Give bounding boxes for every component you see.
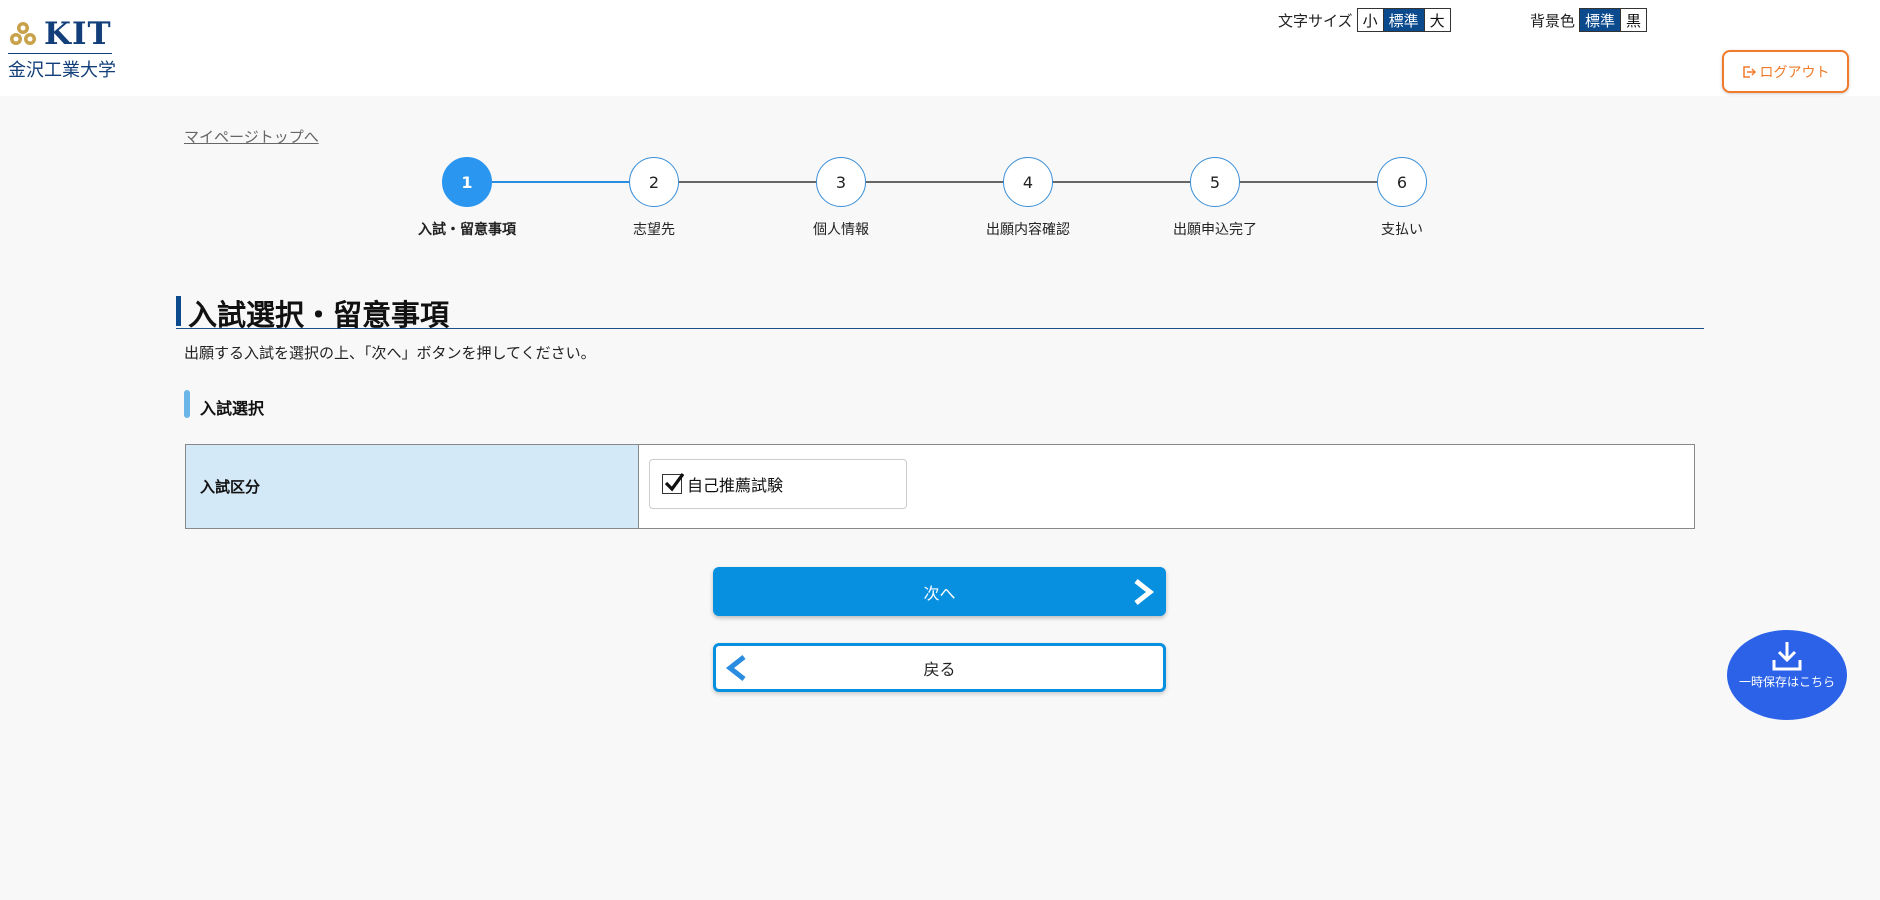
exam-selection-table: 入試区分 自己推薦試験 xyxy=(185,444,1695,529)
font-size-options: 小 標準 大 xyxy=(1356,8,1451,32)
step-circle: 5 xyxy=(1190,157,1240,207)
step-label: 出願内容確認 xyxy=(986,222,1070,238)
progress-stepper: 1 入試・留意事項 2 志望先 3 個人情報 4 出願内容確認 5 出願申込完了… xyxy=(400,155,1427,245)
step-1: 1 入試・留意事項 xyxy=(407,155,527,239)
logout-label: ログアウト xyxy=(1759,64,1830,81)
logo-mark-icon xyxy=(10,22,36,45)
font-size-label: 文字サイズ xyxy=(1278,11,1353,30)
logout-icon xyxy=(1742,65,1756,78)
font-size-standard-button[interactable]: 標準 xyxy=(1382,9,1424,31)
logo-university-name: 金沢工業大学 xyxy=(8,60,116,81)
section-accent-bar xyxy=(184,390,190,418)
title-accent-bar xyxy=(176,296,181,326)
checkmark-icon xyxy=(664,473,685,492)
mypage-top-link[interactable]: マイページトップへ xyxy=(184,126,319,147)
temp-save-button[interactable]: 一時保存はこちら xyxy=(1727,630,1847,720)
background-color-options: 標準 黒 xyxy=(1579,8,1648,32)
page-title-area: 入試選択・留意事項 xyxy=(176,294,1704,332)
download-icon xyxy=(1772,642,1802,671)
background-color-label: 背景色 xyxy=(1530,11,1576,30)
chevron-left-icon xyxy=(725,655,746,681)
step-6: 6 支払い xyxy=(1342,155,1462,239)
step-4: 4 出願内容確認 xyxy=(968,155,1088,239)
self-recommendation-option[interactable]: 自己推薦試験 xyxy=(649,459,907,509)
header: KIT 金沢工業大学 文字サイズ 小 標準 大 背景色 標準 黒 ログアウト xyxy=(0,0,1880,96)
font-size-control: 文字サイズ 小 標準 大 xyxy=(1278,8,1451,32)
chevron-right-icon xyxy=(1134,579,1155,605)
kit-logo[interactable]: KIT 金沢工業大学 xyxy=(8,16,116,81)
step-circle: 6 xyxy=(1377,157,1427,207)
font-size-large-button[interactable]: 大 xyxy=(1423,9,1450,31)
step-circle: 3 xyxy=(816,157,866,207)
next-label: 次へ xyxy=(923,583,956,603)
exam-option-label: 自己推薦試験 xyxy=(687,476,784,495)
font-size-small-button[interactable]: 小 xyxy=(1357,9,1383,31)
logo-divider xyxy=(8,53,112,54)
exam-category-value: 自己推薦試験 xyxy=(639,445,1694,528)
step-circle: 2 xyxy=(629,157,679,207)
step-3: 3 個人情報 xyxy=(781,155,901,239)
step-label: 個人情報 xyxy=(813,222,869,238)
page-title: 入試選択・留意事項 xyxy=(188,298,450,332)
step-label: 入試・留意事項 xyxy=(418,222,516,238)
next-button[interactable]: 次へ xyxy=(713,567,1166,616)
step-5: 5 出願申込完了 xyxy=(1155,155,1275,239)
background-black-button[interactable]: 黒 xyxy=(1620,9,1647,31)
exam-category-label: 入試区分 xyxy=(186,445,639,528)
logout-button[interactable]: ログアウト xyxy=(1722,50,1849,93)
temp-save-label: 一時保存はこちら xyxy=(1738,675,1835,689)
step-label: 出願申込完了 xyxy=(1173,222,1257,238)
step-circle: 4 xyxy=(1003,157,1053,207)
step-label: 志望先 xyxy=(633,222,675,238)
instruction-text: 出願する入試を選択の上、「次へ」ボタンを押してください。 xyxy=(184,344,596,362)
back-label: 戻る xyxy=(923,659,956,679)
section-title: 入試選択 xyxy=(200,399,265,418)
step-circle: 1 xyxy=(442,157,492,207)
step-2: 2 志望先 xyxy=(594,155,714,239)
back-button[interactable]: 戻る xyxy=(713,643,1166,692)
logo-text: KIT xyxy=(44,16,112,52)
exam-checkbox[interactable] xyxy=(662,473,685,494)
step-label: 支払い xyxy=(1381,222,1423,238)
background-standard-button[interactable]: 標準 xyxy=(1580,9,1621,31)
background-color-control: 背景色 標準 黒 xyxy=(1530,8,1648,32)
